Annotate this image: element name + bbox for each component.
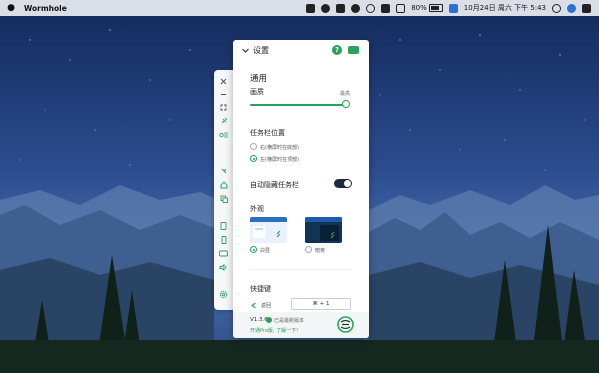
fullscreen-button[interactable]: [217, 102, 230, 113]
settings-panel: 设置 ? 通用 画质 最高 任务栏位置 右(横屏时在底部) 左(横屏时在顶部) …: [233, 40, 369, 338]
close-button[interactable]: [217, 76, 230, 87]
settings-button[interactable]: [217, 289, 230, 300]
close-icon: [220, 78, 227, 85]
phone-button[interactable]: [217, 234, 230, 245]
volume-icon: [219, 264, 227, 271]
settings-title: 设置: [253, 46, 269, 55]
search-icon[interactable]: [552, 3, 561, 13]
keyboard-icon: [218, 132, 228, 138]
shield-icon[interactable]: [336, 3, 346, 13]
monitor-icon[interactable]: [306, 3, 316, 13]
taskbar-right-radio[interactable]: [250, 143, 257, 150]
appearance-title: 外观: [250, 205, 264, 213]
moon-icon[interactable]: [366, 3, 376, 13]
home-icon: [220, 180, 227, 188]
chevron-down-icon[interactable]: [241, 46, 250, 55]
settings-icon: [219, 290, 228, 299]
screen-icon: [219, 250, 228, 257]
input-icon[interactable]: [448, 3, 458, 13]
help-icon[interactable]: ?: [332, 45, 342, 55]
pin-button[interactable]: [217, 115, 230, 126]
bell-icon[interactable]: [351, 3, 361, 13]
section-divider: [250, 269, 352, 270]
quality-label: 画质: [250, 88, 264, 96]
tablet-icon: [220, 221, 227, 230]
wifi-icon[interactable]: [396, 3, 406, 13]
record-icon[interactable]: [321, 3, 331, 13]
phone-icon: [221, 235, 226, 244]
message-icon[interactable]: [348, 46, 359, 54]
keyboard-button[interactable]: [217, 129, 230, 140]
apple-icon[interactable]: ●: [6, 3, 16, 13]
taskbar-right-label: 右(横屏时在底部): [260, 145, 299, 151]
copy-button[interactable]: [217, 193, 230, 204]
back-shortcut-field[interactable]: ⌘ + 1: [291, 298, 351, 310]
menu-bar: ● Wormhole 80% 10月24日 周六 下午 5:43: [0, 0, 599, 16]
screen-button[interactable]: [217, 248, 230, 259]
theme-light-radio[interactable]: [250, 246, 257, 253]
expand-button[interactable]: [217, 165, 230, 176]
general-section-title: 通用: [250, 74, 268, 84]
check-icon: [266, 317, 272, 323]
list-icon[interactable]: [582, 3, 591, 13]
shortcuts-title: 快捷键: [250, 285, 271, 293]
box-icon[interactable]: [381, 3, 391, 13]
minimize-button[interactable]: [217, 89, 230, 100]
theme-dark-label: 暗夜: [315, 248, 326, 254]
theme-dark-radio[interactable]: [305, 246, 312, 253]
back-shortcut-label: 返回: [261, 303, 272, 309]
battery-icon: [428, 4, 443, 12]
tablet-button[interactable]: [217, 220, 230, 231]
theme-dark-preview[interactable]: [305, 217, 342, 243]
update-status: 已是最新版本: [274, 318, 305, 324]
theme-light-preview[interactable]: [250, 217, 287, 243]
pin-icon: [221, 117, 227, 123]
settings-header: 设置 ?: [233, 40, 369, 62]
siri-icon[interactable]: [567, 3, 576, 13]
wormhole-logo-icon: [337, 316, 354, 333]
volume-button[interactable]: [217, 262, 230, 273]
home-button[interactable]: [217, 179, 230, 190]
battery-indicator[interactable]: 80%: [411, 4, 443, 12]
pro-upgrade-link[interactable]: 开通Pro版, 了解一下!: [250, 327, 298, 334]
quality-slider-thumb[interactable]: [342, 100, 350, 108]
taskbar-left-radio[interactable]: [250, 155, 257, 162]
theme-light-label: 白昼: [260, 248, 271, 254]
quality-value-label: 最高: [340, 91, 351, 97]
quality-slider-track[interactable]: [250, 104, 346, 106]
menu-bar-tray: 80% 10月24日 周六 下午 5:43: [306, 3, 591, 13]
app-menu-name[interactable]: Wormhole: [24, 4, 67, 13]
minimize-icon: [221, 94, 226, 95]
taskbar-left-label: 左(横屏时在顶部): [260, 157, 299, 163]
auto-hide-toggle[interactable]: [334, 179, 352, 188]
fullscreen-icon: [220, 104, 227, 111]
taskbar-position-title: 任务栏位置: [250, 129, 285, 137]
auto-hide-label: 自动隐藏任务栏: [250, 181, 299, 189]
back-arrow-icon: [251, 302, 256, 309]
menu-clock[interactable]: 10月24日 周六 下午 5:43: [464, 3, 546, 13]
battery-percent: 80%: [411, 4, 427, 12]
copy-icon: [220, 195, 228, 203]
expand-icon: [221, 168, 226, 173]
side-toolbar: [214, 70, 233, 310]
